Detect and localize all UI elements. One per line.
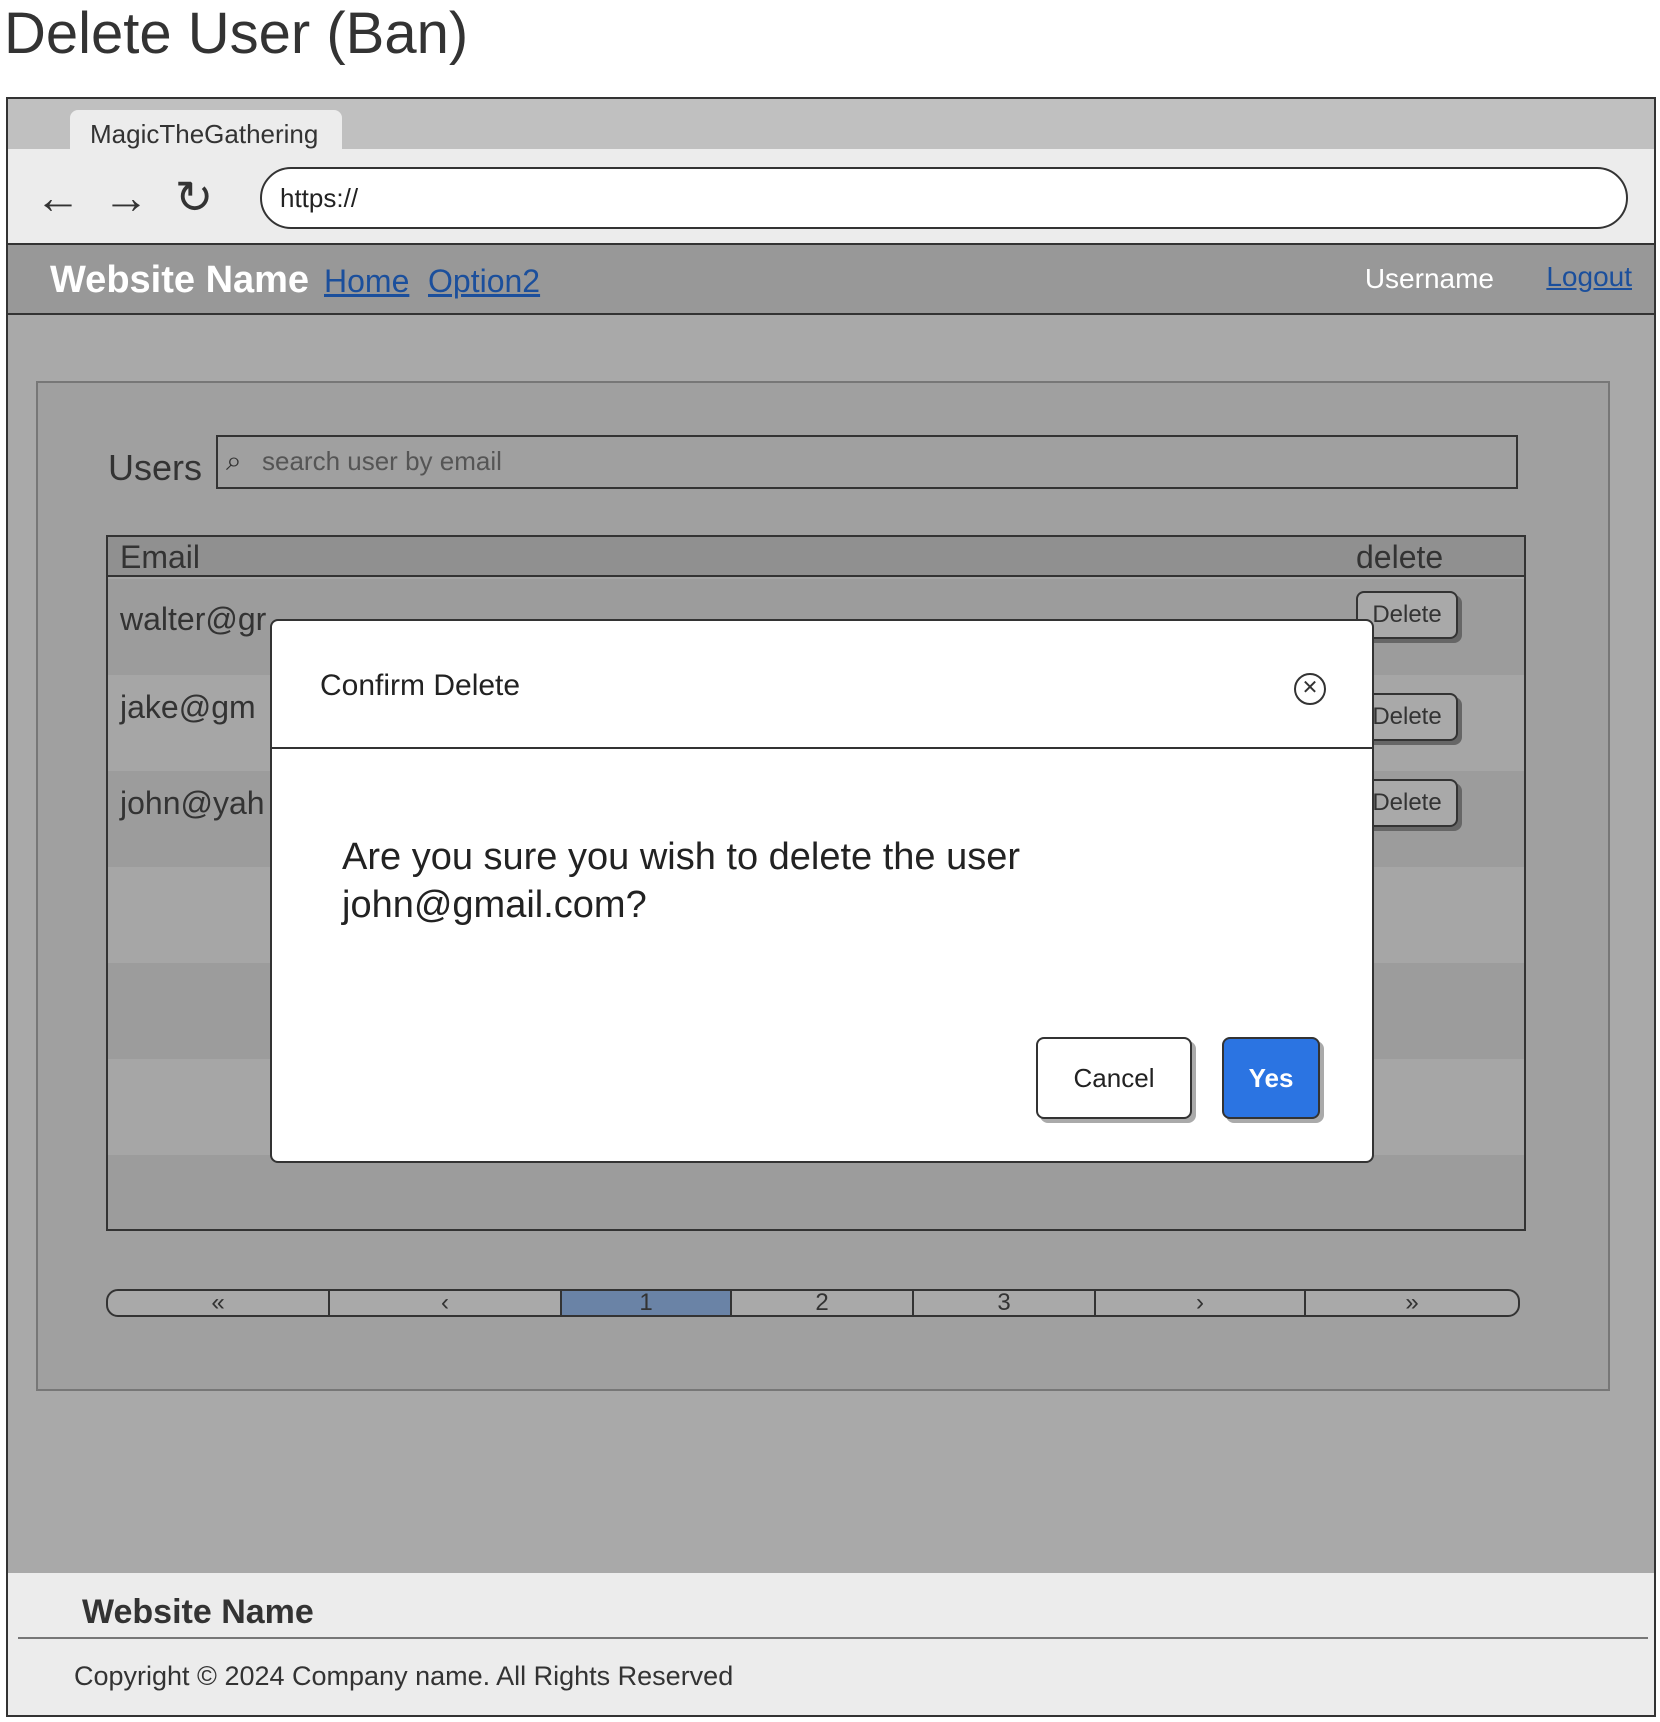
url-bar[interactable]: https:// — [260, 167, 1628, 229]
site-brand[interactable]: Website Name — [50, 259, 309, 302]
reload-icon[interactable]: ↻ — [166, 167, 222, 227]
pager-next[interactable]: › — [1096, 1291, 1306, 1315]
nav-link-option2[interactable]: Option2 — [428, 263, 540, 300]
username-label: Username — [1364, 263, 1494, 294]
dialog-title: Confirm Delete — [320, 669, 521, 702]
browser-window: MagicTheGathering ← → ↻ https:// Website… — [6, 97, 1656, 1717]
tab-strip: MagicTheGathering — [8, 99, 1654, 150]
column-header-delete: delete — [1356, 539, 1444, 575]
yes-button[interactable]: Yes — [1222, 1037, 1320, 1119]
footer-brand: Website Name — [82, 1593, 314, 1631]
user-email: jake@gm — [120, 689, 256, 725]
table-header: Email delete — [108, 537, 1524, 577]
search-icon: ⌕ — [226, 445, 242, 476]
cancel-button[interactable]: Cancel — [1036, 1037, 1192, 1119]
pager-first[interactable]: « — [108, 1291, 330, 1315]
close-icon[interactable]: ✕ — [1294, 673, 1326, 705]
pager-last[interactable]: » — [1306, 1291, 1518, 1315]
browser-tab[interactable]: MagicTheGathering — [70, 110, 342, 150]
table-row — [108, 1155, 1524, 1229]
nav-link-home[interactable]: Home — [324, 263, 409, 300]
footer-divider — [18, 1637, 1648, 1639]
column-header-email: Email — [120, 539, 201, 575]
pager-page-1[interactable]: 1 — [562, 1291, 732, 1315]
search-input[interactable]: ⌕ search user by email — [216, 435, 1518, 489]
browser-toolbar: ← → ↻ https:// — [8, 149, 1654, 245]
pager-page-3[interactable]: 3 — [914, 1291, 1096, 1315]
user-email: walter@gr — [120, 601, 267, 637]
page-title: Delete User (Ban) — [4, 1, 469, 66]
user-email: john@yah — [120, 785, 265, 821]
site-navbar: Website Name Home Option2 Username Logou… — [8, 245, 1654, 315]
dialog-message: Are you sure you wish to delete the user… — [342, 836, 1021, 926]
arrow-left-icon[interactable]: ← — [30, 167, 86, 227]
footer-copyright: Copyright © 2024 Company name. All Right… — [74, 1661, 734, 1691]
logout-link[interactable]: Logout — [1546, 261, 1632, 293]
site-footer: Website Name Copyright © 2024 Company na… — [8, 1573, 1654, 1715]
pager-page-2[interactable]: 2 — [732, 1291, 914, 1315]
pager-prev[interactable]: ‹ — [330, 1291, 562, 1315]
users-heading: Users — [108, 447, 203, 488]
dialog-divider — [272, 747, 1372, 749]
pagination: « ‹ 1 2 3 › » — [106, 1289, 1520, 1317]
confirm-delete-dialog: Confirm Delete ✕ Are you sure you wish t… — [270, 619, 1374, 1163]
arrow-right-icon[interactable]: → — [98, 167, 154, 227]
